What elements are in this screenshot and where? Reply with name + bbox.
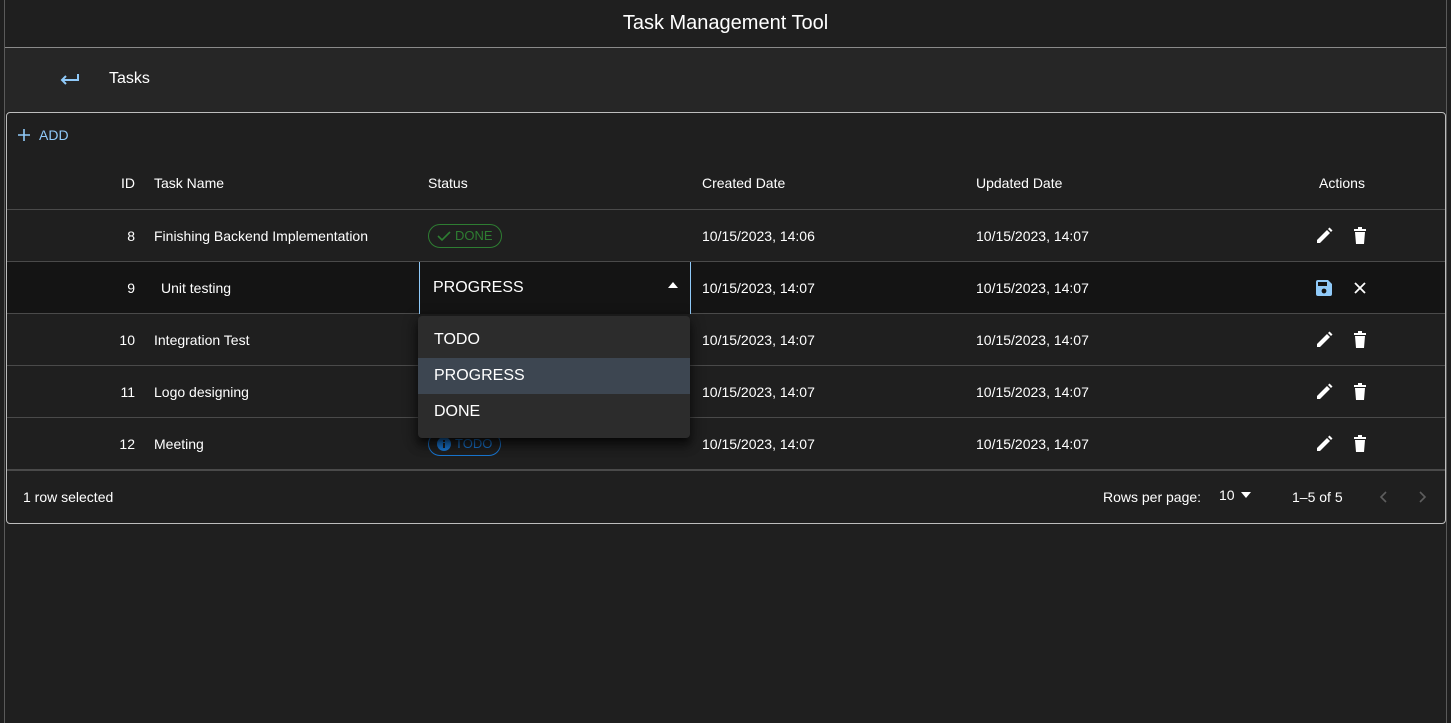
trash-icon (1354, 383, 1366, 400)
tasks-data-grid: ADD ID Task Name Status Created Date Upd… (6, 112, 1446, 524)
menu-item-done[interactable]: DONE (418, 394, 690, 430)
status-badge-label: TODO (455, 436, 493, 451)
edit-button[interactable] (1312, 432, 1336, 456)
pagination-range: 1–5 of 5 (1292, 489, 1343, 505)
task-name-input[interactable]: Unit testing (154, 262, 231, 313)
cell-actions (1290, 418, 1394, 469)
table-header: ID Task Name Status Created Date Updated… (7, 157, 1445, 210)
cell-created-date: 10/15/2023, 14:07 (702, 383, 815, 400)
cell-status: DONE (428, 210, 688, 261)
cell-created-date: 10/15/2023, 14:07 (702, 331, 815, 348)
table-row[interactable]: 11 Logo designing 10/15/2023, 14:07 10/1… (7, 366, 1445, 418)
delete-button[interactable] (1348, 380, 1372, 404)
info-icon (437, 436, 451, 451)
app-window: Task Management Tool Tasks ADD ID Task N… (4, 0, 1447, 723)
pencil-icon (1317, 331, 1333, 347)
chevron-right-icon (1419, 491, 1427, 503)
cell-updated-date: 10/15/2023, 14:07 (976, 435, 1089, 452)
column-header-task-name[interactable]: Task Name (154, 157, 414, 209)
rows-per-page-select[interactable]: 10 (1219, 487, 1251, 503)
selection-count: 1 row selected (23, 489, 114, 505)
delete-button[interactable] (1348, 432, 1372, 456)
app-title: Task Management Tool (622, 12, 829, 34)
back-arrow-icon (60, 74, 79, 85)
cell-updated-date: 10/15/2023, 14:07 (976, 279, 1089, 296)
edit-button[interactable] (1312, 328, 1336, 352)
cell-id: 10 (119, 331, 135, 348)
table-footer: 1 row selected Rows per page: 10 1–5 of … (7, 470, 1445, 523)
cancel-button[interactable] (1348, 276, 1372, 300)
pencil-icon (1317, 435, 1333, 451)
column-header-created-date[interactable]: Created Date (702, 157, 962, 209)
cell-created-date: 10/15/2023, 14:06 (702, 227, 815, 244)
cell-id: 9 (127, 279, 135, 296)
delete-button[interactable] (1348, 224, 1372, 248)
cell-id: 8 (127, 227, 135, 244)
cell-updated-date: 10/15/2023, 14:07 (976, 383, 1089, 400)
rows-per-page-value: 10 (1219, 487, 1235, 503)
trash-icon (1354, 435, 1366, 452)
cell-task-name: Integration Test (154, 331, 250, 348)
previous-page-button[interactable] (1371, 485, 1395, 509)
status-badge-label: DONE (455, 228, 493, 243)
edit-button[interactable] (1312, 224, 1336, 248)
table-row[interactable]: 10 Integration Test 10/15/2023, 14:07 10… (7, 314, 1445, 366)
save-button[interactable] (1312, 276, 1336, 300)
next-page-button[interactable] (1411, 485, 1435, 509)
status-dropdown-menu: TODO PROGRESS DONE (418, 316, 690, 438)
menu-item-progress[interactable]: PROGRESS (418, 358, 690, 394)
cell-id: 11 (120, 383, 135, 400)
chevron-left-icon (1379, 491, 1387, 503)
check-icon (437, 230, 451, 241)
cell-actions (1290, 314, 1394, 365)
table-row-editing[interactable]: 9 Unit testing PROGRESS 10/15/2023, 14:0… (7, 262, 1445, 314)
add-button[interactable]: ADD (17, 125, 69, 145)
close-icon (1354, 281, 1366, 294)
cell-updated-date: 10/15/2023, 14:07 (976, 331, 1089, 348)
trash-icon (1354, 331, 1366, 348)
column-header-id[interactable]: ID (7, 157, 135, 209)
caret-up-icon (668, 282, 678, 288)
status-select[interactable]: PROGRESS (419, 262, 691, 314)
cell-created-date: 10/15/2023, 14:07 (702, 435, 815, 452)
cell-actions (1290, 210, 1394, 261)
plus-icon (18, 129, 30, 141)
status-select-value: PROGRESS (433, 279, 524, 296)
save-icon (1316, 279, 1332, 296)
page-title: Tasks (109, 70, 150, 87)
column-header-actions: Actions (1319, 175, 1365, 191)
edit-button[interactable] (1312, 380, 1336, 404)
column-header-updated-date[interactable]: Updated Date (976, 157, 1236, 209)
cell-actions (1290, 366, 1394, 417)
cell-id: 12 (119, 435, 135, 452)
cell-task-name: Logo designing (154, 383, 249, 400)
status-badge: DONE (428, 223, 502, 248)
trash-icon (1354, 227, 1366, 244)
back-button[interactable] (55, 66, 83, 94)
cell-actions (1290, 262, 1394, 313)
cell-created-date: 10/15/2023, 14:07 (702, 279, 815, 296)
cell-task-name: Finishing Backend Implementation (154, 227, 369, 244)
table-row[interactable]: 8 Finishing Backend Implementation DONE … (7, 210, 1445, 262)
table-row[interactable]: 12 Meeting TODO 10/15/2023, 14:07 10/15/… (7, 418, 1445, 470)
rows-per-page-label: Rows per page: (1103, 489, 1202, 505)
app-bar: Task Management Tool (5, 0, 1446, 48)
sub-header: Tasks (5, 48, 1446, 112)
pencil-icon (1317, 227, 1333, 243)
column-header-status[interactable]: Status (428, 157, 688, 209)
add-button-label: ADD (39, 127, 69, 143)
pencil-icon (1317, 383, 1333, 399)
cell-task-name: Meeting (154, 435, 204, 452)
cell-updated-date: 10/15/2023, 14:07 (976, 227, 1089, 244)
caret-down-icon (1240, 492, 1251, 498)
delete-button[interactable] (1348, 328, 1372, 352)
menu-item-todo[interactable]: TODO (418, 322, 690, 358)
